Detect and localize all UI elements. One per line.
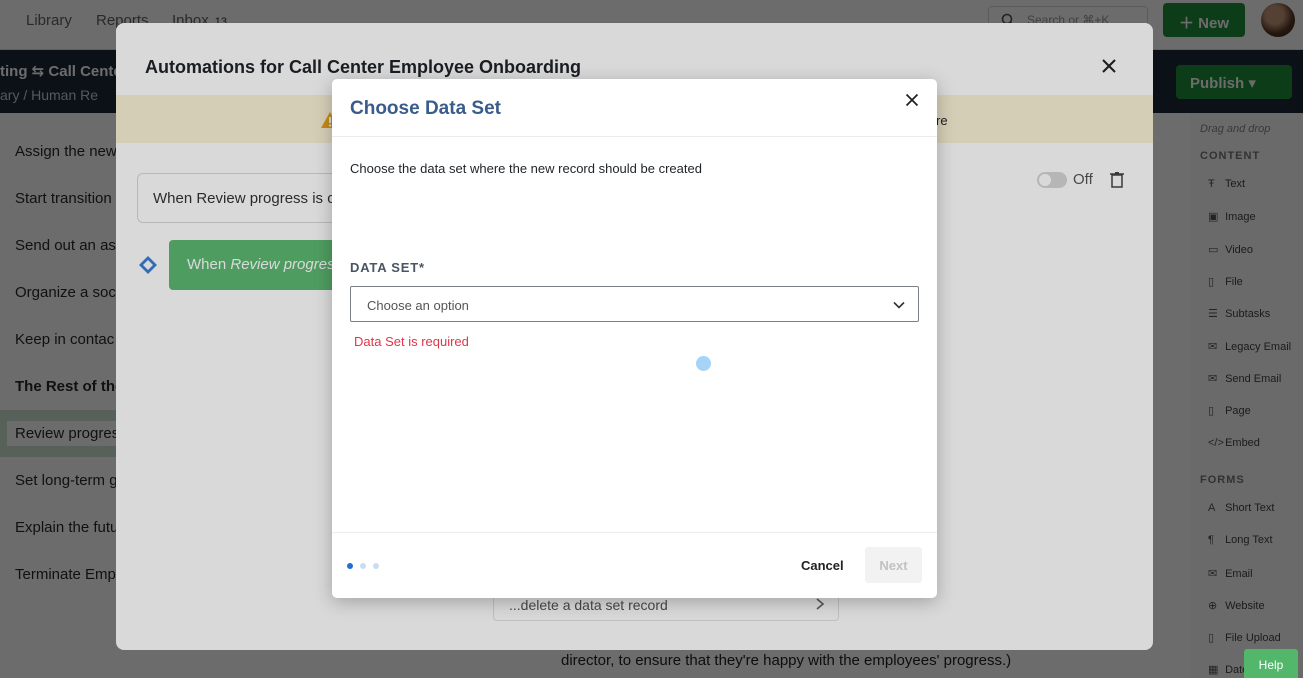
validation-error: Data Set is required [354,334,469,349]
divider [332,532,937,533]
data-set-select[interactable]: Choose an option [350,286,919,322]
mouse-cursor-indicator [696,356,711,371]
divider [332,136,937,137]
dialog-title: Choose Data Set [350,98,501,119]
next-button[interactable]: Next [865,547,922,583]
chevron-down-icon [893,301,905,309]
data-set-label: DATA SET* [350,260,425,275]
step-dot [347,563,353,569]
select-placeholder: Choose an option [367,298,469,313]
dialog-description: Choose the data set where the new record… [350,161,702,176]
step-dot [360,563,366,569]
choose-data-set-dialog: Choose Data Set Choose the data set wher… [332,79,937,598]
step-dot [373,563,379,569]
help-button[interactable]: Help [1244,649,1298,678]
close-icon[interactable] [905,93,919,107]
cancel-button[interactable]: Cancel [801,558,844,573]
